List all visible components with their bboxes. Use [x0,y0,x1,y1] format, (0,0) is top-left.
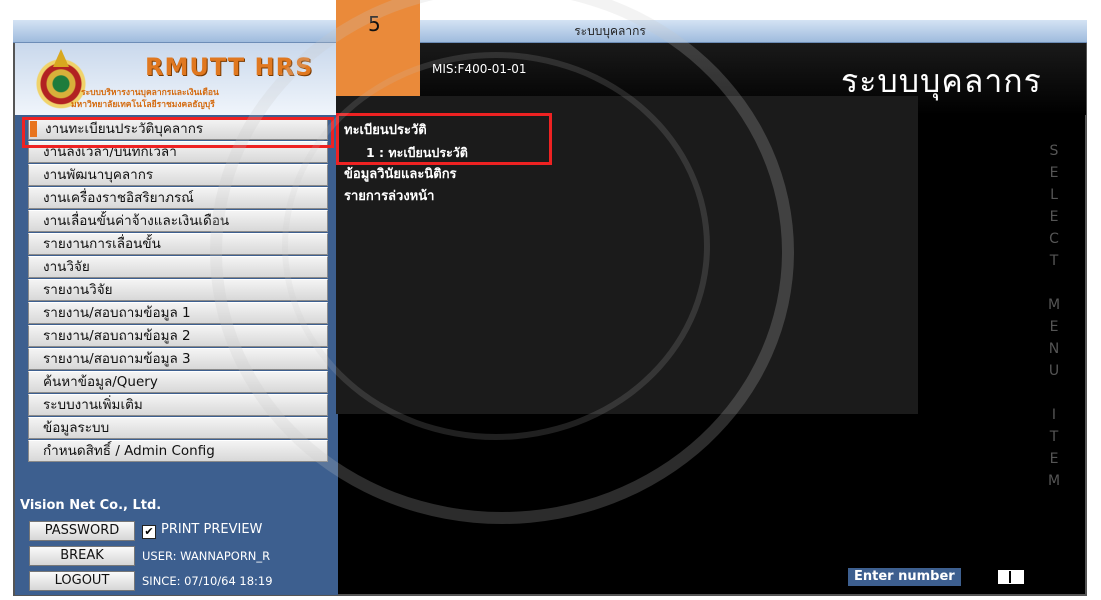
session-since: SINCE: 07/10/64 18:19 [142,574,273,588]
vertical-letter: U [1048,363,1060,379]
logo-area: RMUTT HRS ระบบบริหารงานบุคลากรและเงินเดื… [15,43,338,115]
vertical-letter: N [1048,341,1060,357]
vertical-letter [1042,272,1066,294]
menu-item[interactable]: รายงาน/สอบถามข้อมูล 3 [28,348,328,370]
select-menu-item-vertical-text: SELECTMENUITEM [1042,140,1066,492]
user-info: USER: WANNAPORN_R [142,549,271,563]
vertical-letter: L [1050,187,1058,203]
vertical-letter: I [1051,407,1057,423]
menu-item[interactable]: งานพัฒนาบุคลากร [28,164,328,186]
menu-item[interactable]: รายงาน/สอบถามข้อมูล 2 [28,325,328,347]
break-button[interactable]: BREAK [29,546,135,566]
app-logo-title: RMUTT HRS [145,53,314,81]
menu-item-label: ระบบงานเพิ่มเติม [43,397,143,413]
menu-item[interactable]: รายงาน/สอบถามข้อมูล 1 [28,302,328,324]
checkbox-checked-icon: ✔ [142,525,156,539]
logo-subtitle-2: มหาวิทยาลัยเทคโนโลยีราชมงคลธัญบุรี [71,100,215,110]
vertical-letter: T [1049,429,1059,445]
menu-item[interactable]: ข้อมูลระบบ [28,417,328,439]
menu-item[interactable]: รายงานการเลื่อนขั้น [28,233,328,255]
highlight-box-submenu [336,113,552,165]
print-preview-label: PRINT PREVIEW [161,522,263,537]
menu-item[interactable]: ระบบงานเพิ่มเติม [28,394,328,416]
mis-code: MIS:F400-01-01 [432,62,527,76]
menu-item[interactable]: งานวิจัย [28,256,328,278]
menu-item-label: งานพัฒนาบุคลากร [43,167,154,183]
title-bar: ระบบบุคลากร [13,20,1087,43]
highlight-box-menu [22,117,334,148]
menu-item-label: รายงาน/สอบถามข้อมูล 3 [43,351,191,367]
vertical-letter [1042,382,1066,404]
vertical-letter: T [1049,253,1059,269]
vertical-letter: M [1047,297,1061,313]
password-button[interactable]: PASSWORD [29,521,135,541]
vertical-letter: E [1049,165,1059,181]
menu-item-label: ค้นหาข้อมูล/Query [43,374,158,390]
main-menu: งานทะเบียนประวัติบุคลากร งานลงเวลา/บันทึก… [28,118,328,463]
menu-item[interactable]: กำหนดสิทธิ์ / Admin Config [28,440,328,462]
menu-item-label: กำหนดสิทธิ์ / Admin Config [43,443,215,459]
menu-item-label: รายงาน/สอบถามข้อมูล 1 [43,305,191,321]
menu-item-label: งานวิจัย [43,259,90,275]
menu-item-label: งานเลื่อนขั้นค่าจ้างและเงินเดือน [43,213,230,229]
submenu-heading-discipline[interactable]: ข้อมูลวินัยและนิติกร [344,164,468,186]
window-title: ระบบบุคลากร [574,24,646,38]
print-preview-checkbox[interactable]: ✔ PRINT PREVIEW [142,522,262,539]
enter-number-input[interactable] [998,570,1024,584]
vertical-letter: C [1049,231,1059,247]
vertical-letter: M [1047,473,1061,489]
menu-item-label: รายงานการเลื่อนขั้น [43,236,161,252]
step-badge: 5 [336,0,420,96]
enter-number-label: Enter number [848,568,961,586]
menu-item[interactable]: รายงานวิจัย [28,279,328,301]
menu-item[interactable]: งานเครื่องราชอิสริยาภรณ์ [28,187,328,209]
menu-item-label: ข้อมูลระบบ [43,420,110,436]
menu-item-label: รายงานวิจัย [43,282,113,298]
vertical-letter: S [1049,143,1059,159]
vertical-letter: E [1049,209,1059,225]
menu-item[interactable]: ค้นหาข้อมูล/Query [28,371,328,393]
step-number: 5 [368,12,381,36]
logout-button[interactable]: LOGOUT [29,571,135,591]
menu-item-label: รายงาน/สอบถามข้อมูล 2 [43,328,191,344]
vertical-letter: E [1049,319,1059,335]
menu-item[interactable]: งานเลื่อนขั้นค่าจ้างและเงินเดือน [28,210,328,232]
vertical-letter: E [1049,451,1059,467]
menu-item-label: งานเครื่องราชอิสริยาภรณ์ [43,190,194,206]
company-name: Vision Net Co., Ltd. [20,498,162,513]
submenu-heading-advance[interactable]: รายการล่วงหน้า [344,186,468,208]
